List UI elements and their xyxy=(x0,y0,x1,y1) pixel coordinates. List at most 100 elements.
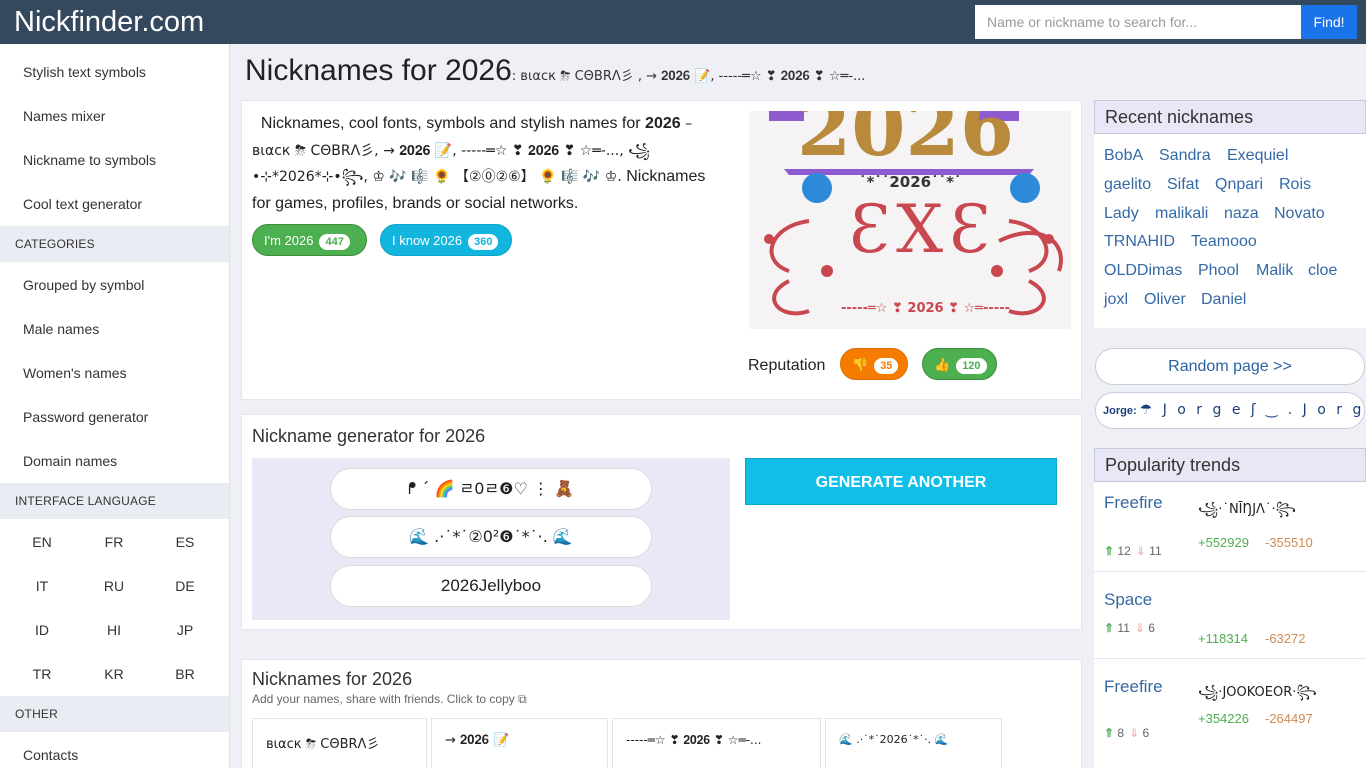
intro-part1: Nicknames, cool fonts, symbols and styli… xyxy=(260,115,641,132)
image-bottom-line: -----═☆ ❣ 2026 ❣ ☆═----- xyxy=(841,301,1010,316)
sidebar-link-male-names[interactable]: Male names xyxy=(23,321,99,337)
image-center-text: ƐXƐ xyxy=(849,191,997,268)
recent-nick[interactable]: Sandra xyxy=(1159,147,1211,165)
sidebar: Stylish text symbols Names mixer Nicknam… xyxy=(0,44,230,768)
generate-another-button[interactable]: GENERATE ANOTHER xyxy=(745,458,1057,505)
know-button[interactable]: I know 2026 360 xyxy=(380,224,512,256)
generated-list: ᖰ ´ 🌈 ㄹ0ㄹ❻♡ ⋮ 🧸 🌊 .·˙*˙②0²❻˙*˙·. 🌊 2026J… xyxy=(252,458,730,620)
recent-nick[interactable]: Daniel xyxy=(1201,291,1246,309)
lang-kr[interactable]: KR xyxy=(94,666,134,682)
sidebar-link-password-generator[interactable]: Password generator xyxy=(23,409,148,425)
recent-nick[interactable]: Sifat xyxy=(1167,176,1199,194)
sidebar-section-interface-language: INTERFACE LANGUAGE xyxy=(0,483,229,519)
recent-nick[interactable]: TRNAHID xyxy=(1104,233,1175,251)
nick-list-subtitle-text: Add your names, share with friends. Clic… xyxy=(252,692,515,706)
generator-card: Nickname generator for 2026 ᖰ ´ 🌈 ㄹ0ㄹ❻♡ … xyxy=(241,414,1082,630)
recent-nick[interactable]: Oliver xyxy=(1144,291,1186,309)
recent-nick[interactable]: cloe xyxy=(1308,262,1337,280)
trend-down-count: 6 xyxy=(1142,726,1150,740)
trend-up-count: 12 xyxy=(1117,544,1131,558)
generated-nick[interactable]: ᖰ ´ 🌈 ㄹ0ㄹ❻♡ ⋮ 🧸 xyxy=(330,468,652,510)
sidebar-link-womens-names[interactable]: Women's names xyxy=(23,365,127,381)
nick-tile[interactable]: вιαcк ⛈ CΘBRΛ彡 xyxy=(252,718,427,768)
popularity-trends-header: Popularity trends xyxy=(1094,448,1366,482)
generated-nick[interactable]: 🌊 .·˙*˙②0²❻˙*˙·. 🌊 xyxy=(330,516,652,558)
lang-hi[interactable]: HI xyxy=(94,622,134,638)
nick-tile[interactable]: -----═☆ ❣ 𝟐𝟎𝟐𝟔 ❣ ☆═-... xyxy=(612,718,821,768)
lang-ru[interactable]: RU xyxy=(94,578,134,594)
lang-br[interactable]: BR xyxy=(165,666,205,682)
trend-votes: ⇑ 8 ⇓ 6 xyxy=(1104,726,1149,740)
im-button[interactable]: I'm 2026 447 xyxy=(252,224,367,256)
recent-nick[interactable]: gaelito xyxy=(1104,176,1151,194)
recent-nick[interactable]: naza xyxy=(1224,205,1259,223)
arrow-down-icon: ⇓ xyxy=(1134,621,1145,635)
featured-nick-owner: Jorge: xyxy=(1103,405,1137,417)
sidebar-link-domain-names[interactable]: Domain names xyxy=(23,453,117,469)
recent-nick[interactable]: OLDDimas xyxy=(1104,262,1182,280)
image-year-text: 2026 xyxy=(797,111,1015,174)
copy-icon: ⧉ xyxy=(518,692,527,706)
nick-tile[interactable]: 🌊 .·˙*˙2026˙*˙·. 🌊 xyxy=(825,718,1002,768)
trend-symbol[interactable]: ꧁·˙NĪŊJΛ˙·꧂ xyxy=(1198,498,1296,525)
lang-jp[interactable]: JP xyxy=(165,622,205,638)
like-count: 120 xyxy=(956,357,987,374)
dislike-button[interactable]: 👎 35 xyxy=(840,348,908,380)
recent-nick[interactable]: joxl xyxy=(1104,291,1128,309)
trend-minus: -355510 xyxy=(1265,535,1313,550)
im-count: 447 xyxy=(319,233,350,250)
sidebar-link-names-mixer[interactable]: Names mixer xyxy=(23,108,105,124)
sidebar-link-contacts[interactable]: Contacts xyxy=(23,747,78,763)
lang-id[interactable]: ID xyxy=(22,622,62,638)
recent-nick[interactable]: Teamooo xyxy=(1191,233,1257,251)
recent-nick[interactable]: Exequiel xyxy=(1227,147,1288,165)
recent-nick[interactable]: BobA xyxy=(1104,147,1143,165)
page-title-subtitle: : вιαcк ⛈ CΘBRΛ彡 , → 𝟐𝟎𝟐𝟔 📝, -----═☆ ❣ 𝟐… xyxy=(511,69,866,84)
intro-name: 2026 xyxy=(645,115,681,132)
lang-de[interactable]: DE xyxy=(165,578,205,594)
featured-nick[interactable]: Jorge: ☂ J o r g e ʃ ‿ . J o r g e ✿ xyxy=(1095,392,1365,429)
trend-name[interactable]: Space xyxy=(1104,590,1152,610)
sidebar-link-stylish-text-symbols[interactable]: Stylish text symbols xyxy=(23,64,146,80)
nick-list-card: Nicknames for 2026 Add your names, share… xyxy=(241,659,1082,768)
lang-en[interactable]: EN xyxy=(22,534,62,550)
recent-nick[interactable]: Qnpari xyxy=(1215,176,1263,194)
dislike-count: 35 xyxy=(874,357,899,374)
recent-nick[interactable]: Lady xyxy=(1104,205,1139,223)
arrow-up-icon: ⇑ xyxy=(1104,726,1115,740)
page-title: Nicknames for 2026: вιαcк ⛈ CΘBRΛ彡 , → 𝟐… xyxy=(245,54,865,88)
sidebar-link-grouped-by-symbol[interactable]: Grouped by symbol xyxy=(23,277,144,293)
generated-nick[interactable]: 2026Jellyboo xyxy=(330,565,652,607)
arrow-down-icon: ⇓ xyxy=(1135,544,1146,558)
recent-nick[interactable]: Phool xyxy=(1198,262,1239,280)
find-button[interactable]: Find! xyxy=(1301,5,1357,39)
nick-tile[interactable]: → 𝟐𝟎𝟐𝟔 📝 xyxy=(431,718,608,768)
lang-es[interactable]: ES xyxy=(165,534,205,550)
lang-fr[interactable]: FR xyxy=(94,534,134,550)
sidebar-link-nickname-to-symbols[interactable]: Nickname to symbols xyxy=(23,152,156,168)
recent-nick[interactable]: Novato xyxy=(1274,205,1325,223)
sidebar-section-categories: CATEGORIES xyxy=(0,226,229,262)
trend-name[interactable]: Freefire xyxy=(1104,677,1163,697)
lang-it[interactable]: IT xyxy=(22,578,62,594)
know-label: I know 2026 xyxy=(392,233,463,248)
trend-name[interactable]: Freefire xyxy=(1104,493,1163,513)
arrow-down-icon: ⇓ xyxy=(1129,726,1140,740)
sidebar-link-cool-text-generator[interactable]: Cool text generator xyxy=(23,196,142,212)
nick-list-title: Nicknames for 2026 xyxy=(252,669,413,689)
recent-nick[interactable]: Malik xyxy=(1256,262,1293,280)
thumb-up-icon: 👍 xyxy=(934,357,951,372)
recent-nicknames-header: Recent nicknames xyxy=(1094,100,1366,134)
trend-divider xyxy=(1094,658,1366,659)
top-header: Nickfinder.com Find! xyxy=(0,0,1366,44)
lang-tr[interactable]: TR xyxy=(22,666,62,682)
random-page-button[interactable]: Random page >> xyxy=(1095,348,1365,385)
trend-plus: +118314 xyxy=(1198,631,1249,646)
like-button[interactable]: 👍 120 xyxy=(922,348,997,380)
trend-symbol[interactable]: ꧁·JOOKOEOR·꧂ xyxy=(1198,681,1317,708)
search-input[interactable] xyxy=(975,5,1301,39)
site-logo[interactable]: Nickfinder.com xyxy=(14,4,204,40)
intro-card: Nicknames, cool fonts, symbols and styli… xyxy=(241,100,1082,400)
recent-nick[interactable]: malikali xyxy=(1155,205,1208,223)
recent-nick[interactable]: Rois xyxy=(1279,176,1311,194)
